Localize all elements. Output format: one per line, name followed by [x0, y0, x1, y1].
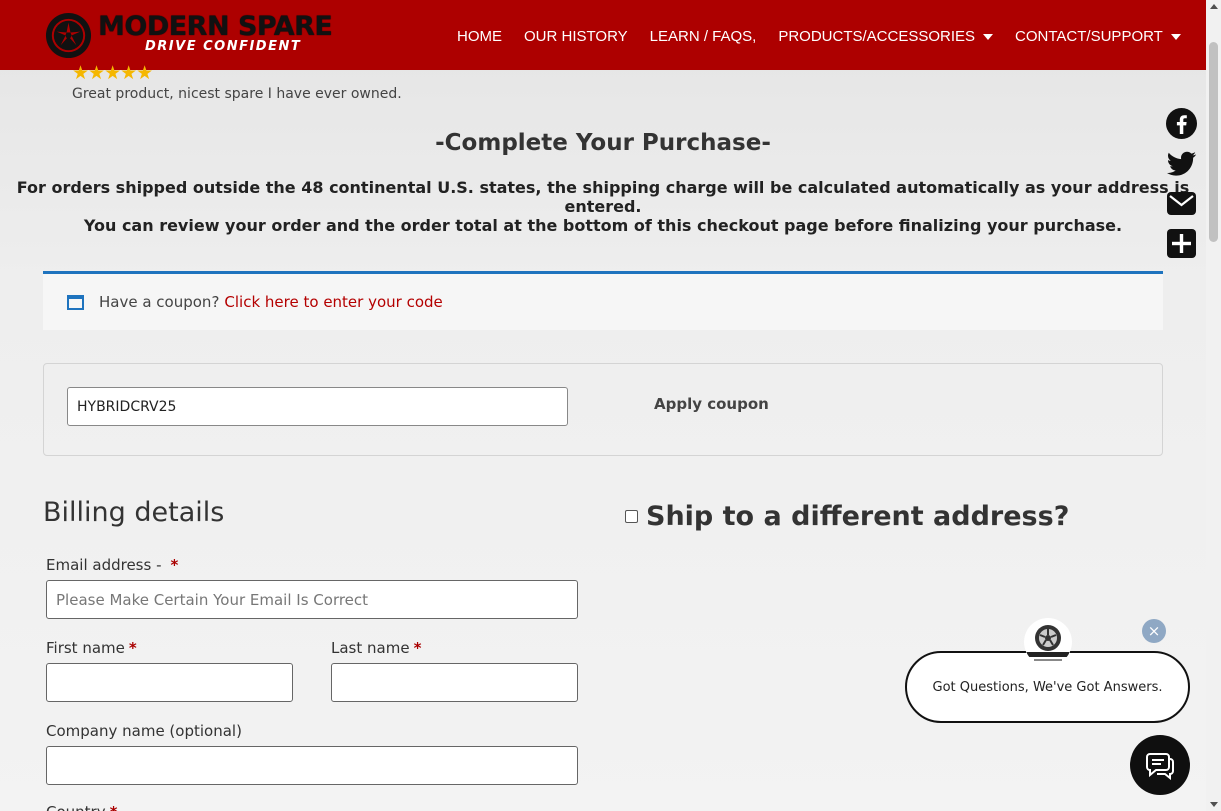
page-scrollbar[interactable] — [1206, 0, 1221, 811]
apply-coupon-button[interactable]: Apply coupon — [654, 395, 769, 413]
company-label: Company name (optional) — [46, 722, 242, 740]
chat-launcher-button[interactable] — [1130, 735, 1190, 795]
review-text: Great product, nicest spare I have ever … — [72, 86, 402, 102]
coupon-question: Have a coupon? — [99, 293, 220, 311]
scroll-thumb[interactable] — [1209, 42, 1218, 242]
country-label-text: Country — [46, 803, 106, 811]
wheel-logo-icon — [45, 12, 92, 59]
review-order-notice: You can review your order and the order … — [83, 216, 1123, 235]
required-mark: * — [110, 803, 118, 811]
nav-products-label: PRODUCTS/ACCESSORIES — [778, 28, 976, 45]
first-name-label: First name * — [46, 639, 137, 657]
ship-different-checkbox[interactable] — [625, 510, 638, 523]
caret-down-icon — [1170, 33, 1181, 40]
last-name-label: Last name * — [331, 639, 421, 657]
coupon-code-input[interactable] — [67, 387, 568, 426]
window-icon — [67, 294, 84, 310]
caret-down-icon — [983, 33, 994, 40]
nav-home-label: HOME — [457, 28, 502, 45]
nav-our-history[interactable]: OUR HISTORY — [524, 28, 628, 45]
country-label: Country * — [46, 803, 117, 811]
shipping-notice: For orders shipped outside the 48 contin… — [16, 178, 1190, 216]
plus-icon[interactable] — [1165, 227, 1198, 260]
nav-products-accessories[interactable]: PRODUCTS/ACCESSORIES — [778, 28, 994, 45]
email-label-text: Email address - — [46, 556, 162, 574]
coupon-info-bar: Have a coupon? Click here to enter your … — [43, 271, 1163, 330]
review-stars: ★★★★★ — [72, 62, 153, 84]
scroll-down-arrow-icon[interactable] — [1210, 802, 1218, 807]
chat-icon — [1146, 753, 1174, 780]
ship-different-address: Ship to a different address? — [625, 501, 1069, 532]
chat-avatar — [1024, 618, 1072, 666]
coupon-form: Apply coupon — [43, 363, 1163, 456]
email-label: Email address - * — [46, 556, 178, 574]
ship-different-label: Ship to a different address? — [646, 501, 1070, 532]
first-name-label-text: First name — [46, 639, 125, 657]
billing-title: Billing details — [43, 497, 225, 528]
nav-learn-faqs[interactable]: LEARN / FAQS, — [650, 28, 757, 45]
wheel-avatar-icon — [1027, 625, 1069, 661]
site-header: MODERN SPARE DRIVE CONFIDENT HOME OUR HI… — [0, 0, 1206, 70]
coupon-toggle-link[interactable]: Click here to enter your code — [224, 293, 442, 311]
brand-name: MODERN SPARE — [98, 11, 333, 42]
nav-our-history-label: OUR HISTORY — [524, 28, 628, 45]
main-nav: HOME OUR HISTORY LEARN / FAQS, PRODUCTS/… — [457, 28, 1203, 45]
first-name-field[interactable] — [46, 663, 293, 702]
company-field[interactable] — [46, 746, 578, 785]
nav-home[interactable]: HOME — [457, 28, 502, 45]
site-logo[interactable]: MODERN SPARE DRIVE CONFIDENT — [44, 11, 374, 61]
share-bar — [1165, 107, 1199, 267]
last-name-label-text: Last name — [331, 639, 410, 657]
nav-learn-faqs-label: LEARN / FAQS, — [649, 28, 757, 45]
nav-contact-support[interactable]: CONTACT/SUPPORT — [1015, 28, 1181, 45]
chat-greeting-text: Got Questions, We've Got Answers. — [932, 679, 1163, 695]
facebook-icon[interactable] — [1165, 107, 1198, 140]
last-name-field[interactable] — [331, 663, 578, 702]
required-mark: * — [170, 556, 179, 574]
scroll-up-arrow-icon[interactable] — [1210, 4, 1218, 9]
chat-close-button[interactable]: × — [1142, 619, 1166, 643]
email-icon[interactable] — [1165, 187, 1198, 220]
required-mark: * — [128, 639, 137, 657]
email-field[interactable] — [46, 580, 578, 619]
required-mark: * — [413, 639, 422, 657]
brand-tagline: DRIVE CONFIDENT — [145, 39, 302, 54]
page-headline: -Complete Your Purchase- — [435, 130, 771, 156]
twitter-icon[interactable] — [1165, 147, 1198, 180]
nav-contact-label: CONTACT/SUPPORT — [1015, 28, 1163, 45]
